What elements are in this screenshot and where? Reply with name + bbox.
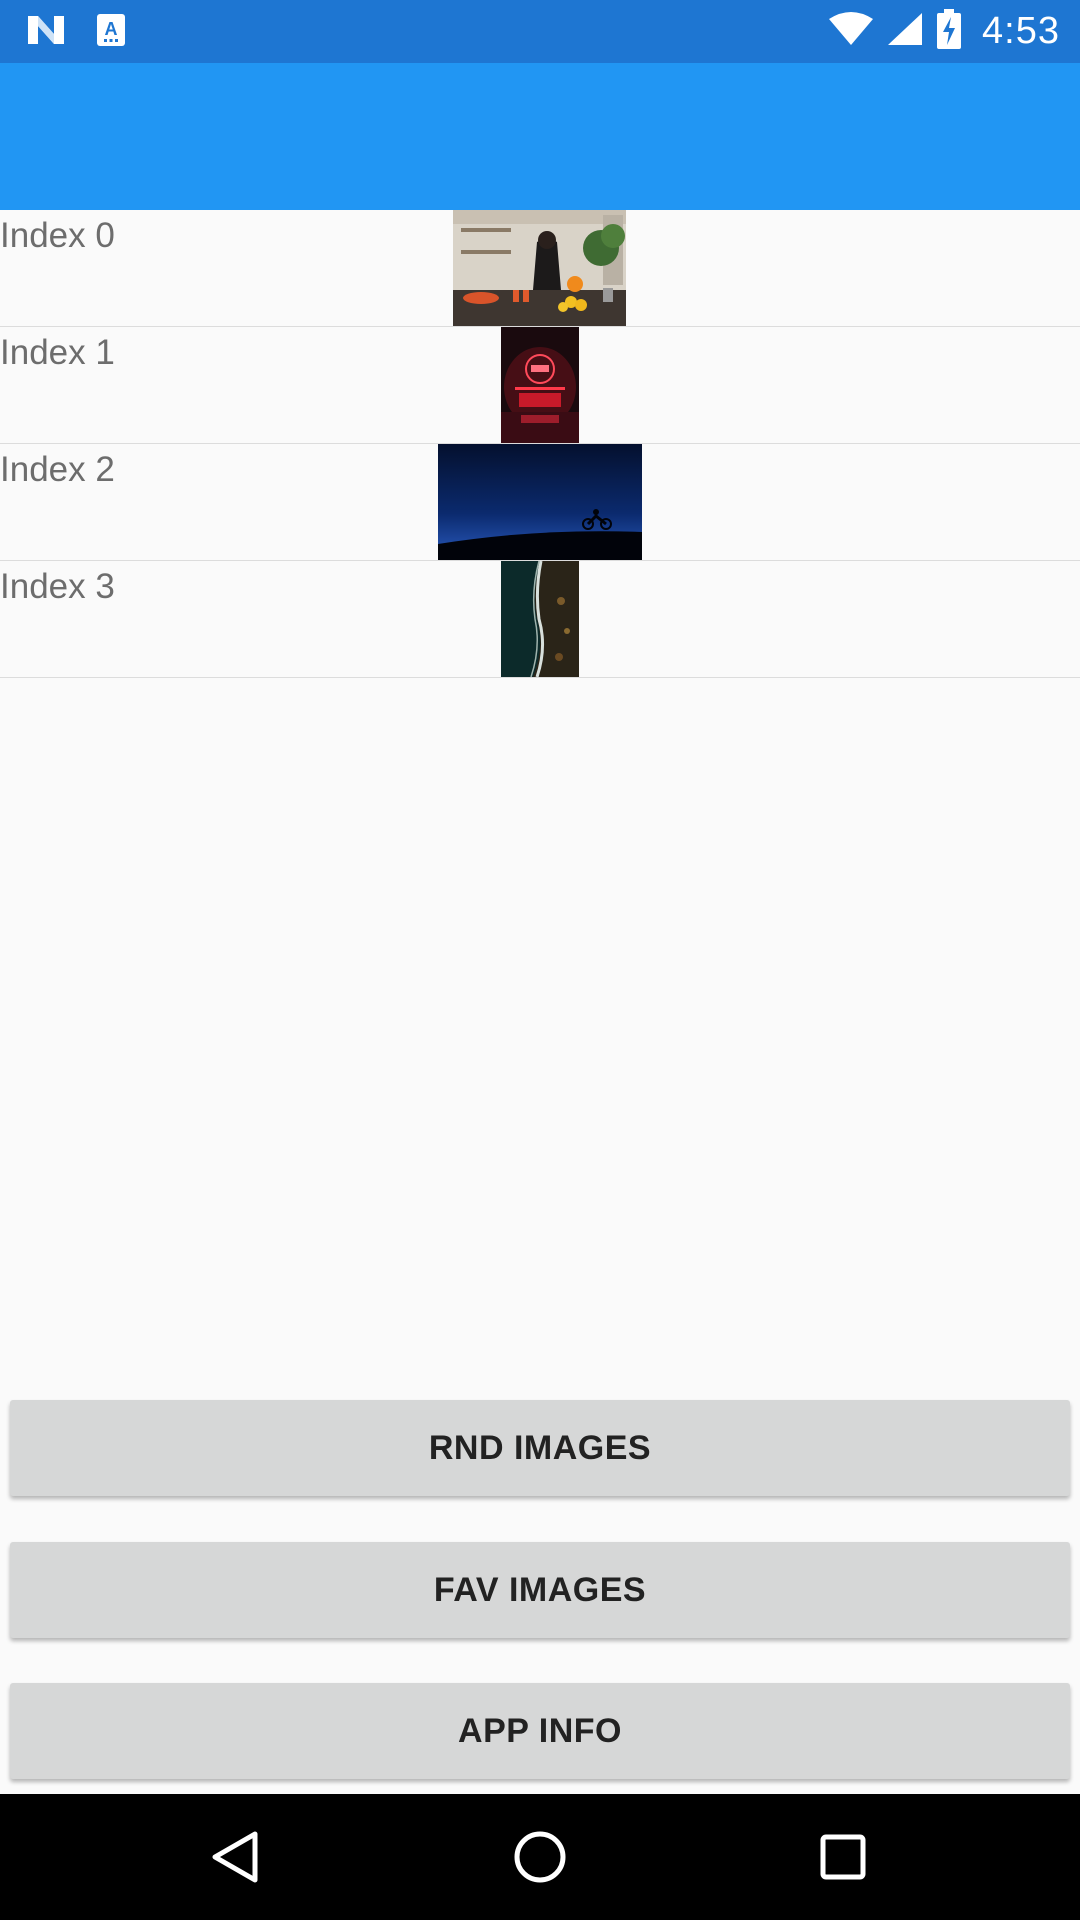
item-label: Index 2 bbox=[0, 450, 115, 489]
navigation-bar bbox=[0, 1794, 1080, 1920]
neon-sign-photo[interactable] bbox=[501, 327, 579, 443]
night-motorcycle-photo[interactable] bbox=[438, 444, 642, 560]
image-list: Index 0 Index 1 Index 2 Index 3 bbox=[0, 210, 1080, 678]
fav-images-button[interactable]: FAV IMAGES bbox=[10, 1542, 1070, 1638]
app-toolbar bbox=[0, 63, 1080, 210]
kitchen-photo[interactable] bbox=[453, 210, 626, 326]
item-label: Index 0 bbox=[0, 216, 115, 255]
recents-icon[interactable] bbox=[808, 1822, 878, 1892]
list-item[interactable]: Index 0 bbox=[0, 210, 1080, 327]
back-icon[interactable] bbox=[200, 1822, 270, 1892]
battery-charging-icon bbox=[936, 8, 962, 54]
app-info-button[interactable]: APP INFO bbox=[10, 1683, 1070, 1779]
n-notification-icon bbox=[26, 14, 66, 51]
item-label: Index 1 bbox=[0, 333, 115, 372]
signal-icon bbox=[886, 11, 924, 52]
svg-text:A: A bbox=[105, 19, 118, 39]
a-notification-icon: A bbox=[96, 13, 126, 52]
item-label: Index 3 bbox=[0, 567, 115, 606]
list-item[interactable]: Index 3 bbox=[0, 561, 1080, 678]
status-time: 4:53 bbox=[982, 9, 1060, 52]
list-item[interactable]: Index 1 bbox=[0, 327, 1080, 444]
wifi-icon bbox=[828, 11, 874, 52]
rnd-images-button[interactable]: RND IMAGES bbox=[10, 1400, 1070, 1496]
status-bar: A 4:53 bbox=[0, 0, 1080, 63]
list-item[interactable]: Index 2 bbox=[0, 444, 1080, 561]
home-icon[interactable] bbox=[505, 1822, 575, 1892]
app-screen: A 4:53 Index 0 Index 1 Index 2 Index 3 R… bbox=[0, 0, 1080, 1920]
aerial-coast-photo[interactable] bbox=[501, 561, 579, 677]
